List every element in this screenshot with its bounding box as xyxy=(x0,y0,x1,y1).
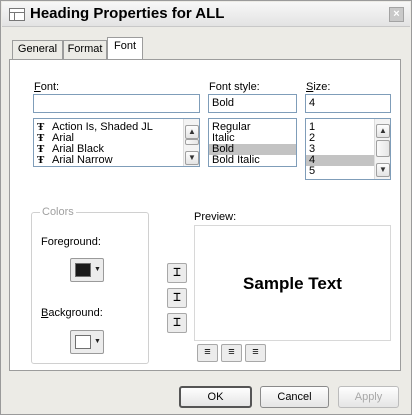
font-list[interactable]: Ŧ Action Is, Shaded JL Ŧ Arial Ŧ Arial Blac… xyxy=(33,118,200,167)
font-list-scrollbar[interactable]: ▲ ▼ xyxy=(183,119,199,166)
ok-button[interactable]: OK xyxy=(179,386,252,408)
truetype-icon: Ŧ xyxy=(37,154,45,166)
scroll-down-icon[interactable]: ▼ xyxy=(185,151,199,165)
scroll-thumb[interactable] xyxy=(376,140,390,157)
preview-box: Sample Text xyxy=(194,225,391,341)
tab-format[interactable]: Format xyxy=(63,40,107,59)
font-style-label: Font style: xyxy=(209,81,260,93)
sample-text: Sample Text xyxy=(243,274,342,293)
preview-label: Preview: xyxy=(194,211,237,223)
font-style-list[interactable]: Regular Italic Bold Bold Italic xyxy=(208,118,297,167)
background-label: Background: xyxy=(41,307,103,319)
apply-button[interactable]: Apply xyxy=(338,386,399,408)
heading-properties-dialog: Heading Properties for ALL × General For… xyxy=(0,0,412,415)
foreground-label: Foreground: xyxy=(41,236,101,248)
list-item[interactable]: Ŧ Arial Narrow xyxy=(34,155,199,166)
size-list-scrollbar[interactable]: ▲ ▼ xyxy=(374,119,390,179)
tab-general[interactable]: General xyxy=(12,40,63,59)
size-input[interactable]: 4 xyxy=(305,94,391,113)
foreground-color-button[interactable]: ▼ xyxy=(70,258,104,282)
background-swatch xyxy=(75,335,91,349)
tab-font[interactable]: Font xyxy=(107,37,143,59)
align-bottom-icon[interactable]: ⌶ xyxy=(167,313,187,333)
font-label: Font: xyxy=(34,81,60,93)
dropdown-arrow-icon: ▼ xyxy=(94,266,101,273)
colors-group-label: Colors xyxy=(40,206,76,218)
align-middle-icon[interactable]: ⌶ xyxy=(167,288,187,308)
scroll-up-icon[interactable]: ▲ xyxy=(185,125,199,139)
scroll-thumb[interactable] xyxy=(185,139,199,145)
cancel-button[interactable]: Cancel xyxy=(260,386,329,408)
scroll-up-icon[interactable]: ▲ xyxy=(376,124,390,138)
foreground-swatch xyxy=(75,263,91,277)
scroll-down-icon[interactable]: ▼ xyxy=(376,163,390,177)
align-right-icon[interactable]: ≡ xyxy=(245,344,266,362)
background-color-button[interactable]: ▼ xyxy=(70,330,104,354)
align-top-icon[interactable]: ⌶ xyxy=(167,263,187,283)
table-icon xyxy=(9,8,25,21)
list-item[interactable]: Bold Italic xyxy=(209,155,296,166)
align-center-icon[interactable]: ≡ xyxy=(221,344,242,362)
title-bar[interactable]: Heading Properties for ALL × xyxy=(2,2,410,27)
dropdown-arrow-icon: ▼ xyxy=(94,338,101,345)
colors-group: Colors Foreground: ▼ Background: ▼ xyxy=(31,206,149,364)
window-title: Heading Properties for ALL xyxy=(30,5,225,22)
font-input[interactable] xyxy=(33,94,200,113)
size-label: Size: xyxy=(306,81,331,93)
font-style-input[interactable]: Bold xyxy=(208,94,297,113)
close-button[interactable]: × xyxy=(389,7,404,22)
size-list[interactable]: 1 2 3 4 5 ▲ ▼ xyxy=(305,118,391,180)
align-left-icon[interactable]: ≡ xyxy=(197,344,218,362)
